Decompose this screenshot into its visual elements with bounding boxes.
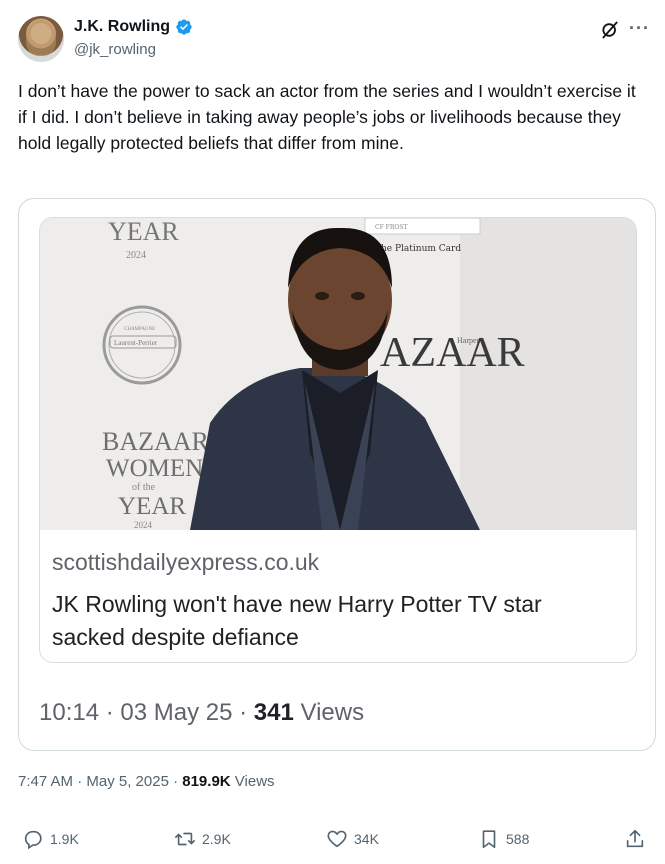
views-label: Views — [230, 773, 275, 790]
platinum-text: The Platinum Card — [375, 244, 461, 254]
year-num-top-text: 2024 — [126, 250, 146, 261]
tweet-meta: 7:47 AM · May 5, 2025 · 819.9K Views — [18, 773, 275, 790]
action-bar: 1.9K 2.9K 34K 588 — [18, 828, 650, 856]
bazaar-right-text: AZAAR — [380, 330, 525, 376]
share-icon — [626, 829, 644, 848]
author-display-name[interactable]: J.K. Rowling — [74, 18, 170, 36]
embedded-views-label: Views — [293, 699, 365, 726]
photo-illustration: CF FROST The Platinum Card YEAR 2024 CHA… — [40, 218, 636, 530]
share-button[interactable] — [624, 828, 646, 850]
link-domain[interactable]: scottishdailyexpress.co.uk — [52, 549, 319, 576]
bookmark-count: 588 — [506, 831, 530, 847]
views-count: 819.9K — [182, 773, 231, 790]
avatar[interactable] — [18, 16, 64, 62]
embedded-timestamp: 10:14 · 03 May 25 · — [39, 699, 254, 726]
reply-count: 1.9K — [50, 831, 79, 847]
embedded-views-count: 341 — [253, 699, 294, 726]
grok-icon[interactable] — [600, 20, 620, 40]
bookmark-button[interactable]: 588 — [478, 828, 529, 850]
media-card[interactable]: CF FROST The Platinum Card YEAR 2024 CHA… — [18, 198, 656, 751]
like-count: 34K — [354, 831, 379, 847]
repost-icon — [175, 832, 195, 846]
bookmark-icon — [482, 830, 496, 849]
bazaar-left-text: BAZAAR — [102, 427, 210, 456]
tweet-timestamp[interactable]: 7:47 AM · May 5, 2025 · — [18, 773, 182, 790]
article-photo: CF FROST The Platinum Card YEAR 2024 CHA… — [40, 218, 636, 530]
repost-button[interactable]: 2.9K — [174, 828, 231, 850]
seal-brand-text: Laurent-Perrier — [114, 339, 158, 347]
embedded-tweet-meta: 10:14 · 03 May 25 · 341 Views — [39, 699, 364, 727]
year-top-text: YEAR — [108, 218, 179, 246]
year-bottom-text: YEAR — [118, 493, 186, 520]
card-brand-text: CF FROST — [375, 224, 407, 231]
verified-badge-icon — [176, 19, 192, 35]
seal-top-text: CHAMPAGNE — [124, 327, 155, 332]
tweet-header: J.K. Rowling @jk_rowling ··· — [18, 14, 650, 64]
more-icon[interactable]: ··· — [629, 18, 650, 39]
like-button[interactable]: 34K — [326, 828, 379, 850]
of-the-text: of the — [132, 482, 156, 493]
women-text: WOMEN — [106, 455, 203, 482]
repost-count: 2.9K — [202, 831, 231, 847]
heart-icon — [327, 830, 347, 848]
link-title[interactable]: JK Rowling won't have new Harry Potter T… — [52, 588, 612, 654]
year-num-bottom-text: 2024 — [134, 520, 153, 530]
author-name-row[interactable]: J.K. Rowling — [74, 18, 193, 36]
author-handle[interactable]: @jk_rowling — [74, 41, 156, 58]
reply-icon — [24, 830, 42, 850]
reply-button[interactable]: 1.9K — [22, 828, 79, 850]
link-preview-card: CF FROST The Platinum Card YEAR 2024 CHA… — [39, 217, 637, 663]
tweet-text: I don’t have the power to sack an actor … — [18, 81, 636, 153]
